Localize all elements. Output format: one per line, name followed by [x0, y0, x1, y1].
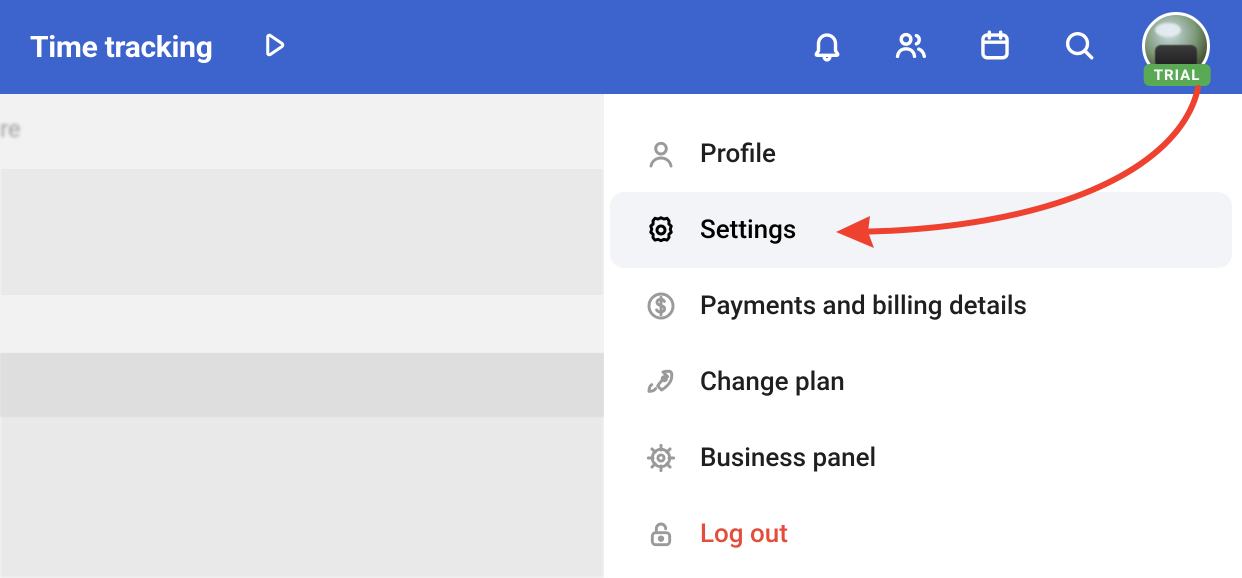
calendar-icon — [978, 28, 1012, 66]
background-band — [0, 295, 604, 353]
bell-icon — [810, 28, 844, 66]
dollar-circle-icon — [644, 289, 678, 323]
start-timer-button[interactable] — [259, 30, 289, 64]
header-actions — [810, 28, 1096, 66]
play-icon — [259, 30, 289, 64]
account-dropdown: Profile Settings Payments and billing de… — [604, 94, 1242, 578]
background-text-fragment: re — [0, 115, 34, 141]
menu-item-label: Payments and billing details — [700, 291, 1027, 321]
app-header: Time tracking TRIAL — [0, 0, 1242, 94]
menu-item-settings[interactable]: Settings — [610, 192, 1232, 268]
background-band — [0, 94, 604, 169]
menu-item-logout[interactable]: Log out — [610, 496, 1232, 572]
menu-item-profile[interactable]: Profile — [610, 116, 1232, 192]
team-button[interactable] — [894, 28, 928, 66]
account-menu-button[interactable]: TRIAL — [1142, 12, 1212, 82]
menu-item-payments[interactable]: Payments and billing details — [610, 268, 1232, 344]
menu-item-label: Log out — [700, 519, 788, 549]
profile-icon — [644, 137, 678, 171]
search-icon — [1062, 28, 1096, 66]
menu-item-label: Change plan — [700, 367, 845, 397]
lock-icon — [644, 517, 678, 551]
menu-item-change-plan[interactable]: Change plan — [610, 344, 1232, 420]
menu-item-business-panel[interactable]: Business panel — [610, 420, 1232, 496]
helm-wheel-icon — [644, 441, 678, 475]
notifications-button[interactable] — [810, 28, 844, 66]
gear-icon — [644, 213, 678, 247]
rocket-icon — [644, 365, 678, 399]
menu-item-label: Settings — [700, 215, 796, 245]
page-title: Time tracking — [30, 30, 213, 65]
people-icon — [894, 28, 928, 66]
calendar-button[interactable] — [978, 28, 1012, 66]
search-button[interactable] — [1062, 28, 1096, 66]
background-band — [0, 353, 604, 417]
menu-item-label: Business panel — [700, 443, 876, 473]
menu-item-label: Profile — [700, 139, 776, 169]
trial-badge: TRIAL — [1144, 64, 1211, 86]
